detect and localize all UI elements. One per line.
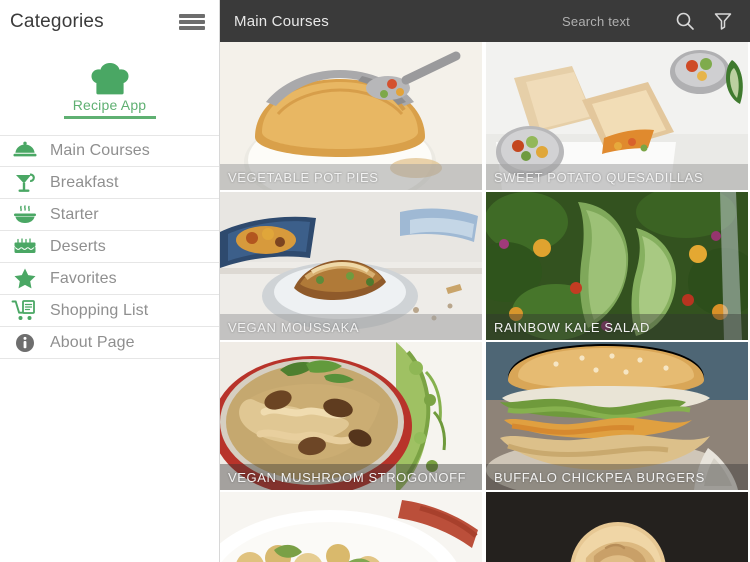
chef-hat-icon — [91, 63, 128, 95]
search-icon[interactable] — [672, 8, 698, 34]
cloche-icon — [8, 138, 42, 164]
cake-icon — [8, 234, 42, 260]
recipe-card[interactable]: SWEET POTATO QUESADILLAS — [486, 42, 748, 190]
grid-row: VEGETABLE POT PIES SWEET POTATO QUESADIL… — [220, 42, 750, 190]
main-content: Main Courses Search text VEGETABLE POT P… — [220, 0, 750, 562]
sidebar: Categories Recipe App Main Courses Break… — [0, 0, 220, 562]
sidebar-item-label: Starter — [50, 205, 99, 223]
top-toolbar: Main Courses Search text — [220, 0, 750, 42]
sidebar-item-starter[interactable]: Starter — [0, 199, 219, 231]
sidebar-item-deserts[interactable]: Deserts — [0, 231, 219, 263]
grid-row: VEGAN MOUSSAKA RAINBOW KALE SALAD — [220, 192, 750, 340]
cocktail-glass-icon — [8, 170, 42, 196]
recipe-photo — [220, 492, 482, 562]
sidebar-item-label: Deserts — [50, 237, 106, 255]
sidebar-item-label: Breakfast — [50, 173, 119, 191]
recipe-caption: BUFFALO CHICKPEA BURGERS — [486, 464, 748, 490]
filter-funnel-icon[interactable] — [710, 8, 736, 34]
recipe-caption: SWEET POTATO QUESADILLAS — [486, 164, 748, 190]
grid-row: VEGAN MUSHROOM STROGONOFF BUFFALO CHICKP… — [220, 342, 750, 490]
sidebar-header: Categories — [0, 0, 219, 44]
recipe-grid: VEGETABLE POT PIES SWEET POTATO QUESADIL… — [220, 42, 750, 562]
recipe-caption: VEGAN MOUSSAKA — [220, 314, 482, 340]
sidebar-item-shopping-list[interactable]: Shopping List — [0, 295, 219, 327]
recipe-card[interactable]: VEGETABLE POT PIES — [220, 42, 482, 190]
recipe-caption: VEGAN MUSHROOM STROGONOFF — [220, 464, 482, 490]
sidebar-item-about-page[interactable]: About Page — [0, 327, 219, 359]
recipe-card[interactable] — [486, 492, 748, 562]
sidebar-item-label: Main Courses — [50, 142, 150, 159]
recipe-photo — [486, 492, 748, 562]
sidebar-item-label: Favorites — [50, 269, 117, 287]
recipe-card[interactable]: RAINBOW KALE SALAD — [486, 192, 748, 340]
star-icon — [8, 266, 42, 292]
search-input[interactable]: Search text — [562, 14, 630, 29]
info-circle-icon — [8, 330, 42, 356]
sidebar-item-favorites[interactable]: Favorites — [0, 263, 219, 295]
grid-row — [220, 492, 750, 562]
recipe-card[interactable] — [220, 492, 482, 562]
shopping-cart-list-icon — [8, 298, 42, 324]
recipe-caption: VEGETABLE POT PIES — [220, 164, 482, 190]
recipe-app-window: Categories Recipe App Main Courses Break… — [0, 0, 750, 562]
recipe-caption: RAINBOW KALE SALAD — [486, 314, 748, 340]
page-title: Categories — [10, 11, 104, 32]
hamburger-icon[interactable] — [179, 12, 205, 32]
brand-logo: Recipe App — [0, 62, 219, 125]
recipe-card[interactable]: VEGAN MUSHROOM STROGONOFF — [220, 342, 482, 490]
sidebar-item-label: Shopping List — [50, 301, 149, 319]
recipe-card[interactable]: VEGAN MOUSSAKA — [220, 192, 482, 340]
brand-name: Recipe App — [72, 97, 147, 113]
toolbar-title: Main Courses — [234, 12, 329, 30]
soup-bowl-icon — [8, 202, 42, 228]
sidebar-menu: Main Courses Breakfast Starter Deserts F… — [0, 135, 219, 359]
recipe-card[interactable]: BUFFALO CHICKPEA BURGERS — [486, 342, 748, 490]
brand-underline — [63, 116, 156, 119]
sidebar-item-label: About Page — [50, 333, 135, 351]
sidebar-item-breakfast[interactable]: Breakfast — [0, 167, 219, 199]
sidebar-item-main-courses[interactable]: Main Courses — [0, 135, 219, 167]
